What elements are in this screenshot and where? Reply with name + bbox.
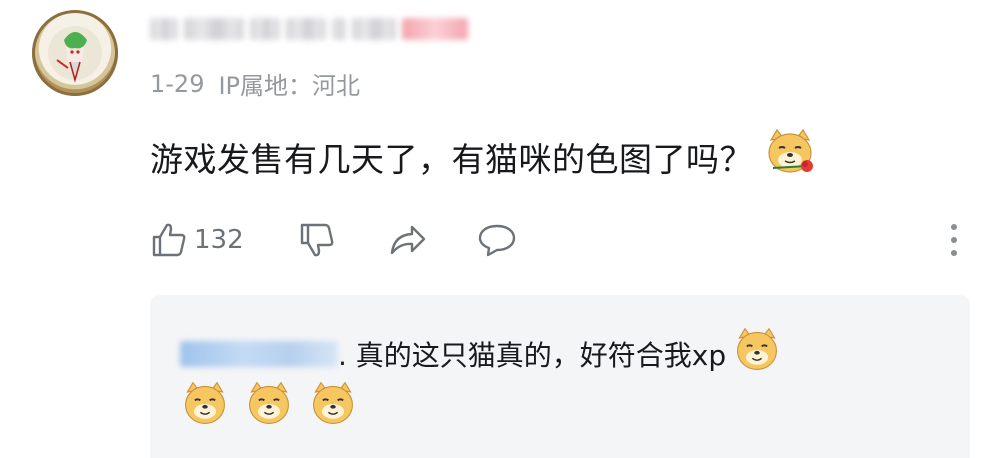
doge-emoji bbox=[732, 325, 782, 382]
user-avatar[interactable] bbox=[32, 10, 118, 96]
reply-emoji-row bbox=[180, 379, 358, 433]
like-count: 132 bbox=[194, 225, 244, 255]
comment-body: 游戏发售有几天了，有猫咪的色图了吗？ bbox=[150, 140, 753, 179]
doge-emoji bbox=[180, 379, 230, 433]
share-button[interactable] bbox=[388, 221, 428, 259]
thumbs-down-icon bbox=[300, 223, 334, 257]
doge-rose-emoji bbox=[763, 126, 817, 188]
more-vertical-icon[interactable] bbox=[940, 220, 968, 260]
anime-character-avatar-icon bbox=[48, 26, 102, 83]
doge-emoji bbox=[244, 379, 294, 433]
dislike-button[interactable] bbox=[298, 221, 336, 259]
share-arrow-icon bbox=[390, 225, 425, 255]
thumbs-up-icon bbox=[152, 223, 186, 257]
reply-line: . 真的这只猫真的，好符合我xp bbox=[180, 325, 782, 382]
reply-username-redacted[interactable] bbox=[180, 340, 338, 367]
comment-date: 1-29 bbox=[150, 69, 205, 98]
comment-text: 游戏发售有几天了，有猫咪的色图了吗？ bbox=[150, 126, 817, 188]
doge-emoji bbox=[308, 379, 358, 433]
reply-text: . 真的这只猫真的，好符合我xp bbox=[338, 338, 727, 372]
ip-location: IP属地：河北 bbox=[218, 72, 361, 100]
comment-actions: 132 bbox=[150, 218, 518, 262]
reply-preview[interactable]: . 真的这只猫真的，好符合我xp bbox=[150, 295, 970, 458]
reply-button[interactable] bbox=[476, 221, 518, 259]
username-redacted[interactable] bbox=[150, 14, 470, 44]
comment-meta: 1-29 IP属地：河北 bbox=[150, 66, 360, 101]
comment-bubble-icon bbox=[478, 224, 515, 257]
user-level-badge bbox=[402, 18, 468, 40]
like-button[interactable]: 132 bbox=[150, 221, 244, 259]
